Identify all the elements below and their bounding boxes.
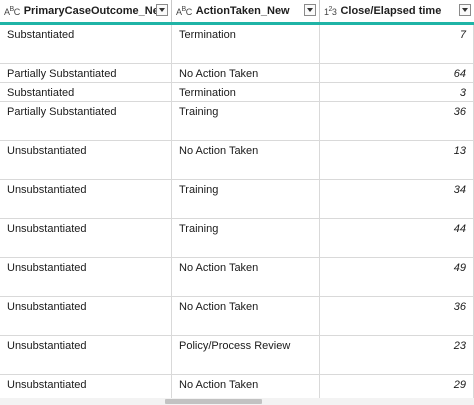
outcome-cell[interactable]: Unsubstantiated <box>0 180 172 218</box>
action-cell[interactable]: No Action Taken <box>172 258 320 296</box>
elapsed-cell[interactable]: 7 <box>320 25 474 63</box>
action-cell[interactable]: Termination <box>172 83 320 101</box>
column-header-elapsed-time[interactable]: 123 Close/Elapsed time <box>320 0 474 22</box>
column-header-primary-case-outcome[interactable]: ABC PrimaryCaseOutcome_New <box>0 0 172 22</box>
elapsed-cell[interactable]: 44 <box>320 219 474 257</box>
action-cell[interactable]: No Action Taken <box>172 64 320 82</box>
table-row[interactable]: Unsubstantiated Policy/Process Review 23 <box>0 336 474 375</box>
table-row[interactable]: Substantiated Termination 3 <box>0 83 474 102</box>
table-row[interactable]: Unsubstantiated No Action Taken 49 <box>0 258 474 297</box>
table-row[interactable]: Partially Substantiated Training 36 <box>0 102 474 141</box>
table-row[interactable]: Unsubstantiated Training 34 <box>0 180 474 219</box>
table-row[interactable]: Unsubstantiated No Action Taken 13 <box>0 141 474 180</box>
table-row[interactable]: Substantiated Termination 7 <box>0 25 474 64</box>
elapsed-cell[interactable]: 36 <box>320 297 474 335</box>
outcome-cell[interactable]: Partially Substantiated <box>0 102 172 140</box>
column-header-row: ABC PrimaryCaseOutcome_New ABC ActionTak… <box>0 0 474 25</box>
number-type-icon[interactable]: 123 <box>324 6 337 17</box>
outcome-cell[interactable]: Unsubstantiated <box>0 336 172 374</box>
outcome-cell[interactable]: Partially Substantiated <box>0 64 172 82</box>
table-row[interactable]: Unsubstantiated No Action Taken 29 <box>0 375 474 398</box>
outcome-cell[interactable]: Unsubstantiated <box>0 297 172 335</box>
outcome-cell[interactable]: Substantiated <box>0 25 172 63</box>
elapsed-cell[interactable]: 36 <box>320 102 474 140</box>
horizontal-scrollbar[interactable] <box>0 398 474 405</box>
action-cell[interactable]: Training <box>172 102 320 140</box>
outcome-cell[interactable]: Unsubstantiated <box>0 219 172 257</box>
data-preview-grid: ABC PrimaryCaseOutcome_New ABC ActionTak… <box>0 0 474 398</box>
filter-dropdown-button[interactable] <box>304 4 316 16</box>
action-cell[interactable]: No Action Taken <box>172 297 320 335</box>
outcome-cell[interactable]: Unsubstantiated <box>0 141 172 179</box>
scrollbar-thumb[interactable] <box>165 399 262 404</box>
column-header-label: Close/Elapsed time <box>340 5 442 17</box>
elapsed-cell[interactable]: 3 <box>320 83 474 101</box>
action-cell[interactable]: No Action Taken <box>172 141 320 179</box>
filter-dropdown-button[interactable] <box>459 4 471 16</box>
action-cell[interactable]: Termination <box>172 25 320 63</box>
text-type-icon[interactable]: ABC <box>176 6 192 17</box>
outcome-cell[interactable]: Unsubstantiated <box>0 258 172 296</box>
elapsed-cell[interactable]: 64 <box>320 64 474 82</box>
table-row[interactable]: Partially Substantiated No Action Taken … <box>0 64 474 83</box>
action-cell[interactable]: Training <box>172 180 320 218</box>
elapsed-cell[interactable]: 34 <box>320 180 474 218</box>
action-cell[interactable]: No Action Taken <box>172 375 320 398</box>
column-header-label: PrimaryCaseOutcome_New <box>23 5 168 17</box>
action-cell[interactable]: Training <box>172 219 320 257</box>
elapsed-cell[interactable]: 23 <box>320 336 474 374</box>
table-row[interactable]: Unsubstantiated No Action Taken 36 <box>0 297 474 336</box>
chevron-down-icon <box>462 8 468 12</box>
elapsed-cell[interactable]: 13 <box>320 141 474 179</box>
elapsed-cell[interactable]: 29 <box>320 375 474 398</box>
column-header-label: ActionTaken_New <box>195 5 290 17</box>
outcome-cell[interactable]: Substantiated <box>0 83 172 101</box>
table-row[interactable]: Unsubstantiated Training 44 <box>0 219 474 258</box>
column-header-action-taken[interactable]: ABC ActionTaken_New <box>172 0 320 22</box>
chevron-down-icon <box>159 8 165 12</box>
elapsed-cell[interactable]: 49 <box>320 258 474 296</box>
text-type-icon[interactable]: ABC <box>4 6 20 17</box>
filter-dropdown-button[interactable] <box>156 4 168 16</box>
action-cell[interactable]: Policy/Process Review <box>172 336 320 374</box>
chevron-down-icon <box>307 8 313 12</box>
outcome-cell[interactable]: Unsubstantiated <box>0 375 172 398</box>
